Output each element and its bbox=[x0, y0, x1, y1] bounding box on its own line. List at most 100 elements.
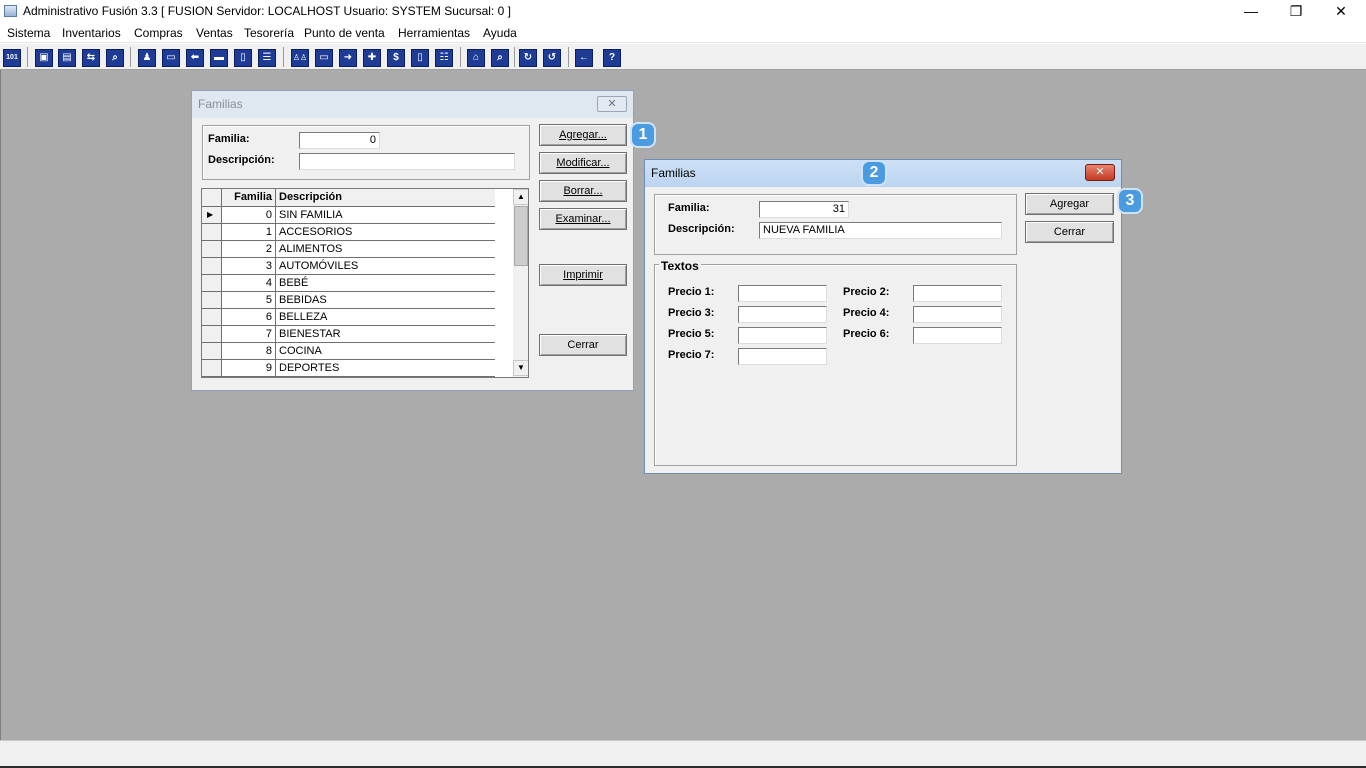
row-descripcion: AUTOMÓVILES bbox=[279, 260, 359, 272]
familia-field[interactable]: 0 bbox=[299, 132, 380, 149]
zoom-icon[interactable]: ⌕ bbox=[491, 49, 509, 67]
dollar-icon[interactable]: $ bbox=[387, 49, 405, 67]
grid-scrollbar[interactable]: ▲ ▼ bbox=[513, 189, 528, 377]
menu-ayuda[interactable]: Ayuda bbox=[483, 26, 517, 40]
table-row[interactable]: 5 BEBIDAS bbox=[202, 292, 495, 309]
menu-inventarios[interactable]: Inventarios bbox=[62, 26, 121, 40]
home-icon[interactable]: ⌂ bbox=[467, 49, 485, 67]
scroll-down-icon[interactable]: ▼ bbox=[513, 360, 528, 376]
row-familia: 0 bbox=[222, 207, 276, 223]
borrar-button[interactable]: Borrar... bbox=[539, 180, 627, 202]
table-row[interactable]: 7 BIENESTAR bbox=[202, 326, 495, 343]
user-icon[interactable]: ♟ bbox=[138, 49, 156, 67]
print-icon[interactable]: ▬ bbox=[210, 49, 228, 67]
modificar-button[interactable]: Modificar... bbox=[539, 152, 627, 174]
row-descripcion: BIENESTAR bbox=[279, 328, 341, 340]
precio-3-label: Precio 3: bbox=[668, 307, 715, 319]
row-familia: 1 bbox=[222, 224, 276, 240]
row-descripcion: DEPORTES bbox=[279, 362, 340, 374]
toolbar-separator bbox=[514, 47, 515, 67]
import-icon[interactable]: ⬅ bbox=[186, 49, 204, 67]
dialog-close-icon[interactable]: ✕ bbox=[1085, 164, 1115, 181]
precio-4-field[interactable] bbox=[913, 306, 1002, 323]
scroll-up-icon[interactable]: ▲ bbox=[513, 189, 528, 205]
grid-header: Familia Descripción bbox=[202, 189, 495, 207]
row-selector bbox=[202, 360, 222, 376]
descripcion-field[interactable] bbox=[299, 153, 515, 170]
transfer-icon[interactable]: ⇆ bbox=[82, 49, 100, 67]
precio-5-label: Precio 5: bbox=[668, 328, 715, 340]
descripcion-field[interactable]: NUEVA FAMILIA bbox=[759, 222, 1002, 239]
close-button[interactable]: ✕ bbox=[1318, 0, 1364, 23]
table-row[interactable]: 6 BELLEZA bbox=[202, 309, 495, 326]
cerrar-button[interactable]: Cerrar bbox=[539, 334, 627, 356]
table-row[interactable]: ▶ 0 SIN FAMILIA bbox=[202, 207, 495, 224]
refresh-icon[interactable]: ↻ bbox=[519, 49, 537, 67]
table-row[interactable]: 3 AUTOMÓVILES bbox=[202, 258, 495, 275]
folder-icon[interactable]: ▭ bbox=[162, 49, 180, 67]
toolbar-separator bbox=[283, 47, 284, 67]
menu-sistema[interactable]: Sistema bbox=[7, 26, 50, 40]
row-familia: 3 bbox=[222, 258, 276, 274]
precio-5-field[interactable] bbox=[738, 327, 827, 344]
agregar-button[interactable]: Agregar bbox=[1025, 193, 1114, 215]
precio-3-field[interactable] bbox=[738, 306, 827, 323]
add-icon[interactable]: ✚ bbox=[363, 49, 381, 67]
copy-icon[interactable]: ▣ bbox=[35, 49, 53, 67]
people-icon[interactable]: ♙♙ bbox=[291, 49, 309, 67]
agregar-button[interactable]: Agregar... bbox=[539, 124, 627, 146]
table-row[interactable]: 9 DEPORTES bbox=[202, 360, 495, 377]
precio-7-field[interactable] bbox=[738, 348, 827, 365]
export-icon[interactable]: ➜ bbox=[339, 49, 357, 67]
row-selector bbox=[202, 224, 222, 240]
precio-1-label: Precio 1: bbox=[668, 286, 715, 298]
clipboard-icon[interactable]: ▤ bbox=[58, 49, 76, 67]
toolbar-separator bbox=[130, 47, 131, 67]
callout-marker: 2 bbox=[863, 162, 885, 184]
imprimir-button[interactable]: Imprimir bbox=[539, 264, 627, 286]
window-title: Administrativo Fusión 3.3 [ FUSION Servi… bbox=[23, 4, 511, 18]
precio-6-field[interactable] bbox=[913, 327, 1002, 344]
menu-ventas[interactable]: Ventas bbox=[196, 26, 233, 40]
cerrar-button[interactable]: Cerrar bbox=[1025, 221, 1114, 243]
precio-4-label: Precio 4: bbox=[843, 307, 890, 319]
scroll-thumb[interactable] bbox=[514, 206, 528, 266]
menu-herramientas[interactable]: Herramientas bbox=[398, 26, 470, 40]
familia-field[interactable]: 31 bbox=[759, 201, 849, 218]
descripcion-label: Descripción: bbox=[208, 154, 275, 166]
dialog-close-icon[interactable]: ✕ bbox=[597, 96, 627, 112]
precio-2-label: Precio 2: bbox=[843, 286, 890, 298]
101-icon[interactable]: 101 bbox=[3, 49, 21, 67]
precio-1-field[interactable] bbox=[738, 285, 827, 302]
grid-header-familia[interactable]: Familia bbox=[222, 189, 276, 207]
menu-punto-de-venta[interactable]: Punto de venta bbox=[304, 26, 385, 40]
report-icon[interactable]: ▯ bbox=[411, 49, 429, 67]
table-row[interactable]: 8 COCINA bbox=[202, 343, 495, 360]
help-icon[interactable]: ? bbox=[603, 49, 621, 67]
table-icon[interactable]: ☷ bbox=[435, 49, 453, 67]
back-icon[interactable]: ← bbox=[575, 49, 593, 67]
grid-header-corner bbox=[202, 189, 222, 207]
list-icon[interactable]: ☰ bbox=[258, 49, 276, 67]
app-icon bbox=[4, 5, 17, 17]
table-row[interactable]: 2 ALIMENTOS bbox=[202, 241, 495, 258]
undo-icon[interactable]: ↺ bbox=[543, 49, 561, 67]
minimize-button[interactable]: — bbox=[1228, 0, 1274, 23]
search-doc-icon[interactable]: ⌕ bbox=[106, 49, 124, 67]
table-row[interactable]: 4 BEBÉ bbox=[202, 275, 495, 292]
row-descripcion: ACCESORIOS bbox=[279, 226, 353, 238]
menu-tesoreria[interactable]: Tesorería bbox=[244, 26, 294, 40]
precio-2-field[interactable] bbox=[913, 285, 1002, 302]
box-icon[interactable]: ▭ bbox=[315, 49, 333, 67]
menu-compras[interactable]: Compras bbox=[134, 26, 183, 40]
row-familia: 7 bbox=[222, 326, 276, 342]
examinar-button[interactable]: Examinar... bbox=[539, 208, 627, 230]
precio-7-label: Precio 7: bbox=[668, 349, 715, 361]
row-familia: 4 bbox=[222, 275, 276, 291]
table-row[interactable]: 1 ACCESORIOS bbox=[202, 224, 495, 241]
restore-button[interactable]: ❐ bbox=[1273, 0, 1319, 23]
grid-header-descripcion[interactable]: Descripción bbox=[276, 189, 495, 207]
familias-grid[interactable]: Familia Descripción ▶ 0 SIN FAMILIA 1 ACCES… bbox=[201, 188, 529, 378]
document-icon[interactable]: ▯ bbox=[234, 49, 252, 67]
menu-bar: Sistema Inventarios Compras Ventas Tesor… bbox=[0, 23, 1366, 43]
